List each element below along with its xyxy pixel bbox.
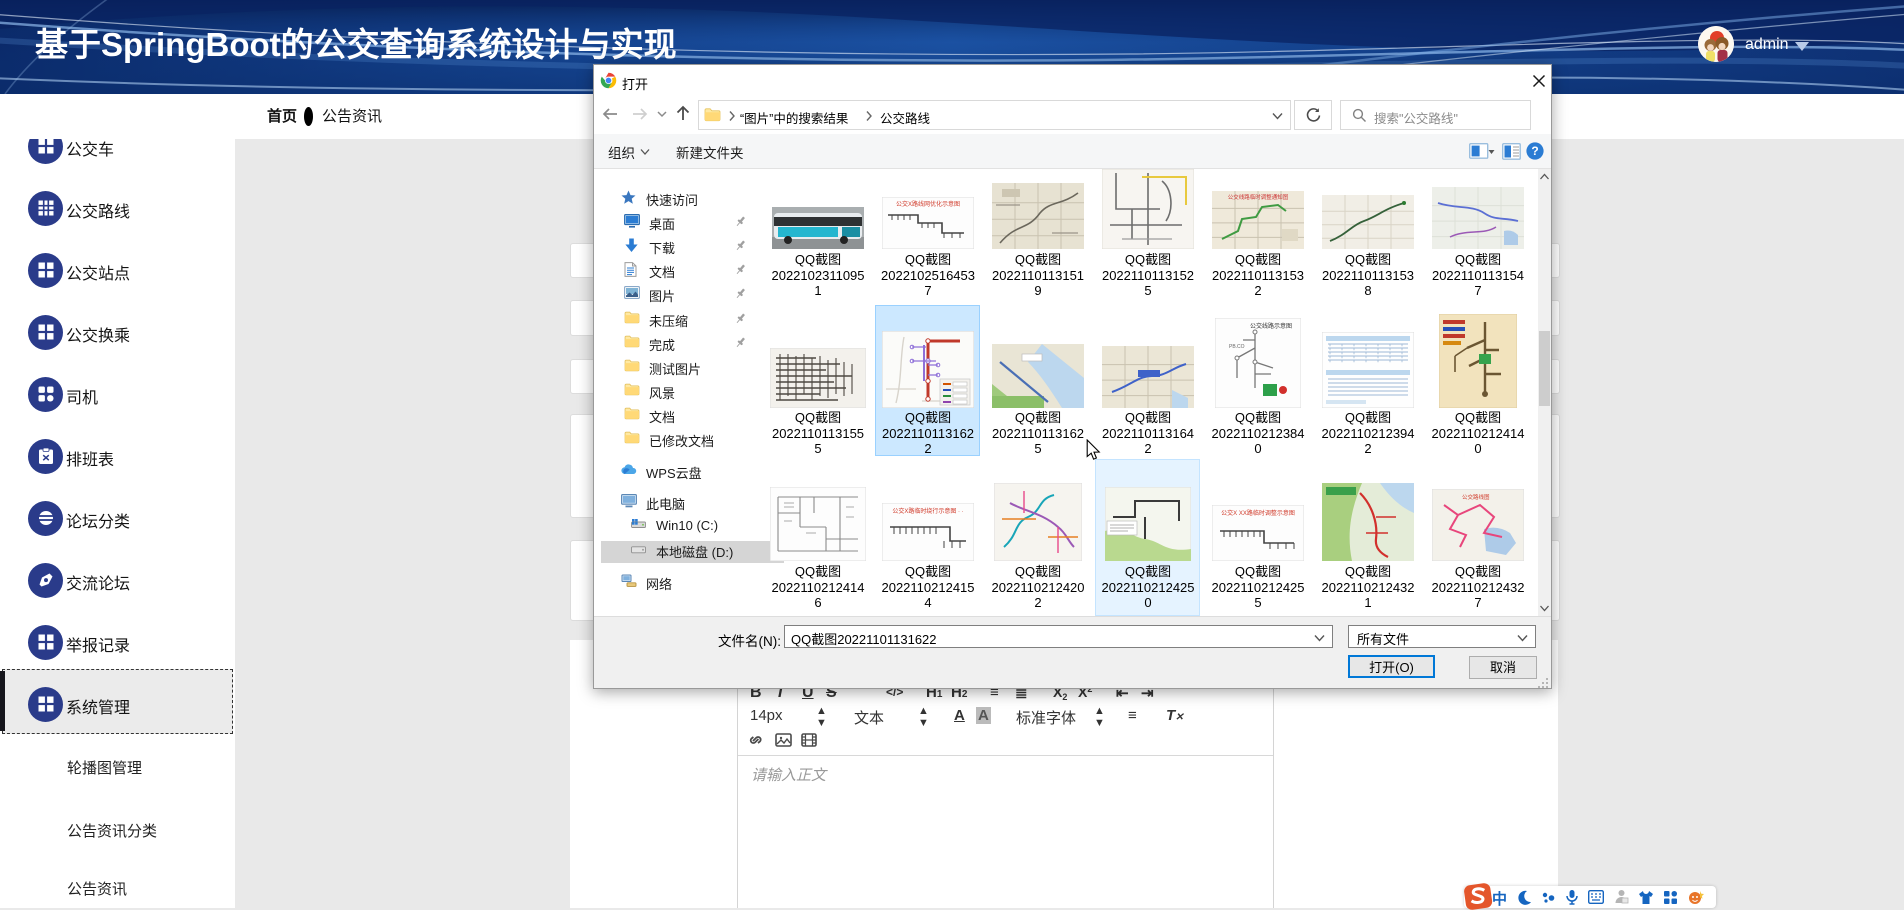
svg-text:公交X路线网优化示意图: 公交X路线网优化示意图 — [896, 200, 960, 208]
svg-text:公交路线图: 公交路线图 — [1462, 493, 1490, 501]
svg-text:公交X XX路临时调整示意图: 公交X XX路临时调整示意图 — [1221, 509, 1295, 517]
svg-text:?: ? — [1531, 144, 1538, 158]
svg-text:公交X路临时绕行示意图 · ·: 公交X路临时绕行示意图 · · — [892, 507, 963, 515]
svg-text:公交线路临时调整通知图: 公交线路临时调整通知图 — [1228, 193, 1289, 201]
svg-text:公交线路示意图: 公交线路示意图 — [1250, 322, 1292, 330]
svg-text:PB.CO: PB.CO — [1229, 344, 1245, 350]
